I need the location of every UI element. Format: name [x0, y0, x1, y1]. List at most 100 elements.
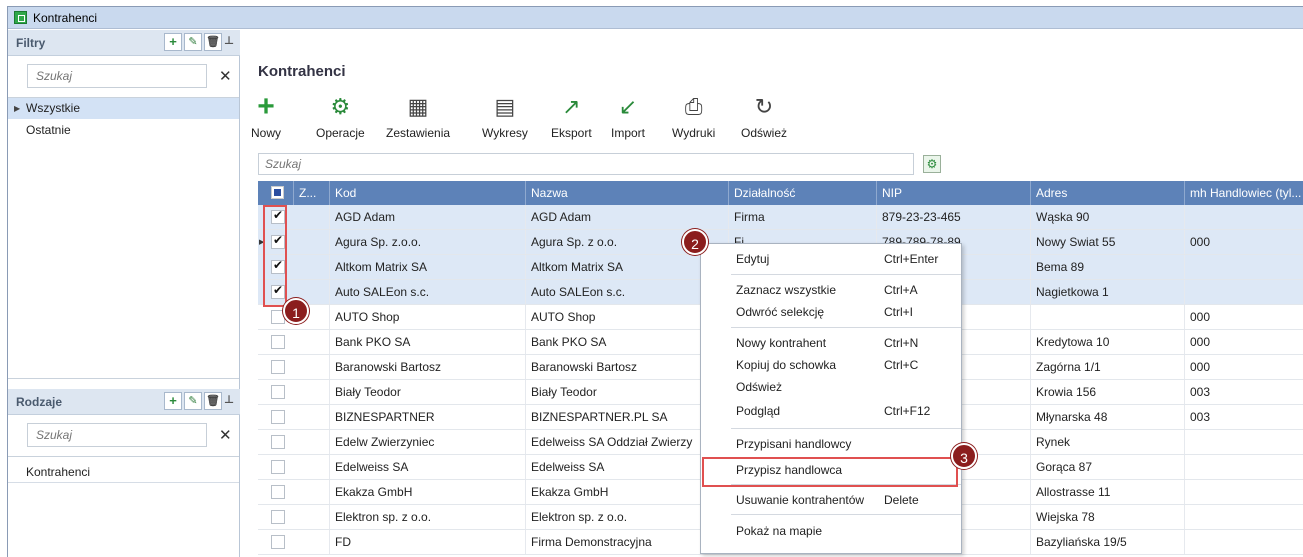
table-cell [1185, 455, 1303, 479]
menu-item-select-all[interactable]: Zaznacz wszystkie Ctrl+A [701, 278, 961, 302]
checked-rows-highlight [263, 205, 287, 307]
row-checkbox[interactable] [271, 510, 285, 524]
table-cell [294, 405, 330, 429]
menu-item-edit[interactable]: Edytuj Ctrl+Enter [701, 247, 961, 271]
new-button[interactable]: + Nowy [251, 92, 281, 141]
callout-badge: 1 [283, 298, 309, 324]
filter-item-recent[interactable]: Ostatnie [8, 120, 239, 141]
title-bar: Kontrahenci [8, 7, 1303, 29]
table-cell: Altkom Matrix SA [330, 255, 526, 279]
delete-filter-button[interactable]: 🗑 [204, 33, 222, 51]
window: Kontrahenci Filtry + ✎ 🗑 ⊥ ✕ ▶ Wszystkie… [7, 6, 1303, 557]
types-search-field[interactable] [27, 423, 207, 447]
table-cell [1185, 205, 1303, 229]
table-cell: Edelweiss SA [526, 455, 729, 479]
add-filter-button[interactable]: + [164, 33, 182, 51]
refresh-icon: ↻ [754, 94, 774, 119]
table-cell [294, 455, 330, 479]
print-button[interactable]: ⎙ Wydruki [672, 92, 715, 140]
table-cell: BIZNESPARTNER.PL SA [526, 405, 729, 429]
select-all-column[interactable] [258, 181, 294, 205]
table-cell: Edelweiss SA [330, 455, 526, 479]
table-cell [1185, 255, 1303, 279]
table-cell: Allostrasse 11 [1031, 480, 1185, 504]
table-row[interactable]: AGD AdamAGD AdamFirma879-23-23-465Wąska … [258, 205, 1303, 230]
row-checkbox[interactable] [271, 360, 285, 374]
pin-icon[interactable]: ⊥ [224, 392, 234, 410]
grid-search-input[interactable] [259, 154, 913, 174]
menu-item-preview[interactable]: Podgląd Ctrl+F12 [701, 399, 961, 423]
row-checkbox[interactable] [271, 435, 285, 449]
table-cell: Agura Sp. z.o.o. [330, 230, 526, 254]
table-cell [1185, 280, 1303, 304]
gears-icon: ⚙ [330, 94, 351, 119]
table-cell: Ekakza GmbH [526, 480, 729, 504]
delete-type-button[interactable]: 🗑 [204, 392, 222, 410]
table-cell: Nagietkowa 1 [1031, 280, 1185, 304]
add-type-button[interactable]: + [164, 392, 182, 410]
table-cell: Zagórna 1/1 [1031, 355, 1185, 379]
row-indicator-icon: ▶ [14, 104, 21, 113]
row-checkbox[interactable] [271, 410, 285, 424]
table-cell [294, 355, 330, 379]
filters-search-input[interactable] [28, 65, 206, 87]
grid-header: Z... Kod Nazwa Działalność NIP Adres mh … [258, 181, 1303, 205]
table-cell: Bema 89 [1031, 255, 1185, 279]
table-cell: 000 [1185, 305, 1303, 329]
types-search-input[interactable] [28, 424, 206, 446]
refresh-button[interactable]: ↻ Odśwież [741, 92, 787, 140]
reports-button[interactable]: ▦ Zestawienia [386, 92, 450, 140]
export-button[interactable]: ↗ Eksport [551, 92, 592, 140]
column-header[interactable]: Z... [294, 181, 330, 205]
table-cell [1185, 530, 1303, 554]
table-cell [294, 330, 330, 354]
table-cell [294, 530, 330, 554]
edit-filter-button[interactable]: ✎ [184, 33, 202, 51]
column-header[interactable]: Adres [1031, 181, 1185, 205]
menu-item-copy[interactable]: Kopiuj do schowka Ctrl+C [701, 353, 961, 377]
operations-button[interactable]: ⚙ Operacje [316, 92, 365, 140]
type-item-kontrahenci[interactable]: Kontrahenci [8, 462, 239, 483]
table-cell [1185, 430, 1303, 454]
table-cell: Biały Teodor [330, 380, 526, 404]
menu-item-invert-selection[interactable]: Odwróć selekcję Ctrl+I [701, 300, 961, 324]
table-cell [294, 255, 330, 279]
menu-item-assigned-sales[interactable]: Przypisani handlowcy [701, 432, 961, 456]
clear-search-icon[interactable]: ✕ [219, 67, 232, 85]
table-cell: 003 [1185, 380, 1303, 404]
table-cell: Bank PKO SA [526, 330, 729, 354]
pin-icon[interactable]: ⊥ [224, 33, 234, 51]
import-button[interactable]: ↙ Import [611, 92, 645, 140]
table-cell: Wąska 90 [1031, 205, 1185, 229]
filter-item-label: Wszystkie [26, 101, 80, 115]
row-checkbox[interactable] [271, 485, 285, 499]
filter-item-all[interactable]: ▶ Wszystkie [8, 98, 239, 119]
select-all-checkbox[interactable] [271, 186, 284, 199]
assign-sales-highlight [702, 457, 958, 487]
column-header[interactable]: mh Handlowiec (tyl... [1185, 181, 1303, 205]
menu-item-new-contractor[interactable]: Nowy kontrahent Ctrl+N [701, 331, 961, 355]
row-checkbox[interactable] [271, 385, 285, 399]
column-header[interactable]: Nazwa [526, 181, 729, 205]
table-cell: AUTO Shop [526, 305, 729, 329]
grid-search-field[interactable] [258, 153, 914, 175]
table-cell: AUTO Shop [330, 305, 526, 329]
row-checkbox[interactable] [271, 460, 285, 474]
column-header[interactable]: Działalność [729, 181, 877, 205]
row-checkbox[interactable] [271, 335, 285, 349]
column-header[interactable]: NIP [877, 181, 1031, 205]
gear-icon[interactable]: ⚙ [923, 155, 941, 173]
table-cell: FD [330, 530, 526, 554]
table-cell: 000 [1185, 355, 1303, 379]
table-cell [294, 230, 330, 254]
column-header[interactable]: Kod [330, 181, 526, 205]
printer-icon: ⎙ [684, 94, 703, 119]
menu-item-refresh[interactable]: Odśwież [701, 375, 961, 399]
menu-item-delete-contractors[interactable]: Usuwanie kontrahentów Delete [701, 488, 961, 512]
filters-search-field[interactable] [27, 64, 207, 88]
charts-button[interactable]: ▤ Wykresy [482, 92, 528, 140]
row-checkbox[interactable] [271, 535, 285, 549]
clear-search-icon[interactable]: ✕ [219, 426, 232, 444]
menu-item-show-map[interactable]: Pokaż na mapie [701, 519, 961, 543]
edit-type-button[interactable]: ✎ [184, 392, 202, 410]
